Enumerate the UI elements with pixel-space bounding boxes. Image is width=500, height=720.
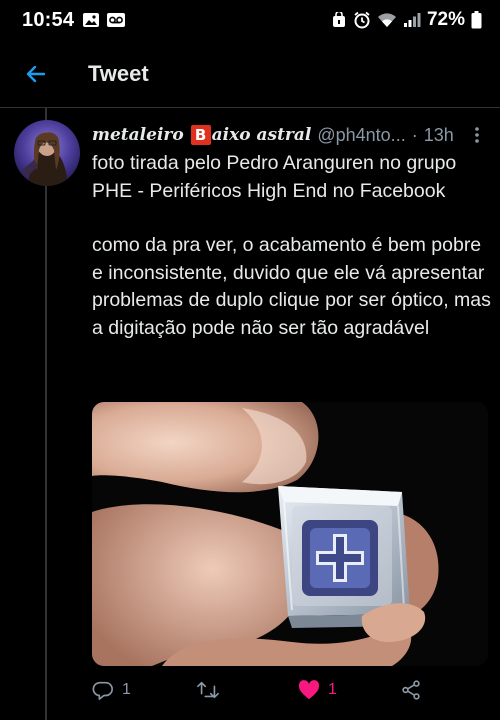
author-handle[interactable]: @ph4nto...	[317, 125, 405, 146]
tweet-paragraph: como da pra ver, o acabamento é bem pobr…	[92, 234, 491, 339]
clock-icon	[354, 11, 370, 29]
back-button[interactable]	[6, 44, 66, 104]
status-time: 10:54	[22, 8, 75, 31]
voicemail-notification-icon	[107, 13, 126, 27]
page-title: Tweet	[88, 60, 149, 86]
author-name-part: metaleiro	[92, 125, 190, 145]
status-bar: 10:54 72%	[0, 0, 500, 40]
tweet-actions: 1 1	[92, 674, 488, 706]
author-name-part: aixo astral	[211, 125, 312, 145]
tweet-text: foto tirada pelo Pedro Aranguren no grup…	[92, 150, 492, 342]
back-arrow-icon	[26, 65, 46, 82]
more-vertical-icon	[475, 127, 479, 143]
alarm-icon	[332, 12, 345, 27]
more-options-button[interactable]	[466, 123, 488, 147]
thread-line	[45, 108, 47, 720]
battery-percent: 72%	[426, 9, 465, 30]
wifi-icon	[377, 13, 396, 27]
author-name-badge: B	[190, 125, 211, 145]
top-app-bar: Tweet	[0, 40, 500, 108]
tweet-paragraph: foto tirada pelo Pedro Aranguren no grup…	[92, 152, 457, 202]
like-count: 1	[328, 681, 337, 698]
author-name[interactable]: metaleiro Baixo astral	[92, 125, 311, 145]
like-button[interactable]: 1	[298, 680, 400, 700]
separator-dot: ·	[411, 124, 418, 145]
reply-count: 1	[122, 681, 131, 698]
share-icon	[402, 680, 420, 700]
avatar[interactable]	[14, 120, 80, 186]
retweet-button[interactable]	[196, 679, 298, 701]
tweet-timestamp[interactable]: 13h	[424, 125, 454, 146]
tweet-media-image[interactable]	[92, 402, 488, 666]
retweet-icon	[197, 681, 219, 699]
share-button[interactable]	[400, 679, 422, 701]
avatar-image	[22, 132, 68, 186]
heart-icon	[298, 680, 320, 700]
keyswitch-photo	[92, 402, 488, 666]
battery-icon	[471, 11, 482, 29]
image-notification-icon	[83, 13, 100, 27]
reply-icon	[92, 681, 113, 700]
tweet-header: metaleiro Baixo astral @ph4nto... · 13h	[92, 122, 488, 148]
reply-button[interactable]: 1	[92, 679, 196, 701]
signal-icon	[403, 13, 421, 27]
